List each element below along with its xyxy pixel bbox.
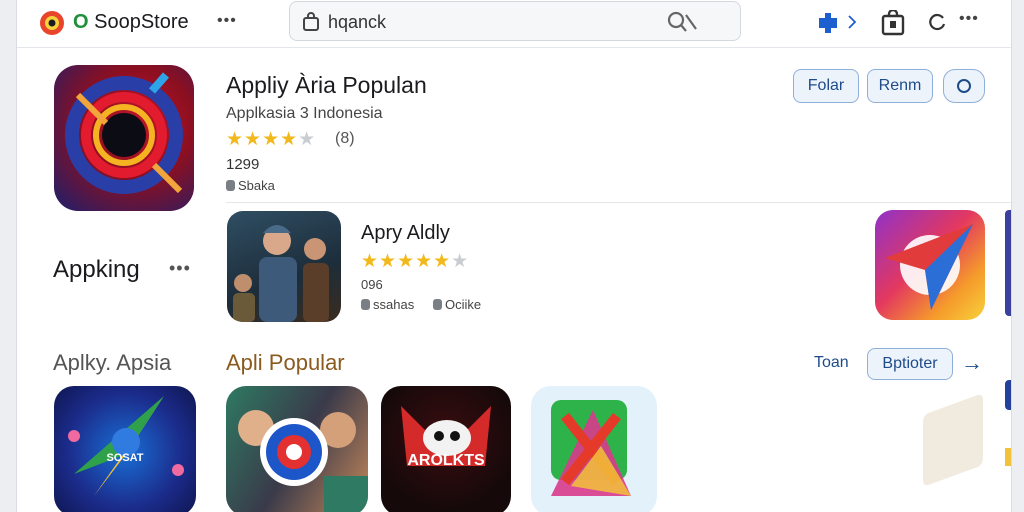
tag-icon	[361, 299, 370, 310]
app-store-window: O SoopStore ••• hqanck ••• Appking ••• A…	[16, 0, 1012, 512]
app-tile-1[interactable]: SOSAT	[54, 386, 196, 512]
featured-app-name[interactable]: Appking	[53, 256, 140, 284]
tag-icon	[226, 180, 235, 191]
header-more-icon[interactable]: •••	[217, 12, 237, 30]
cross-square-icon	[551, 400, 631, 496]
featured-rating-count: (8)	[335, 130, 355, 147]
shopping-bag-icon	[303, 12, 319, 31]
list-item-meta-2: Ociike	[433, 297, 481, 312]
partial-tile-edge[interactable]	[1005, 380, 1011, 410]
list-divider	[226, 202, 1011, 203]
bptioter-button[interactable]: Bptioter	[867, 348, 953, 380]
search-icon[interactable]	[666, 11, 700, 33]
featured-price: 1299	[226, 156, 260, 173]
list-item-meta-2-text: Ociike	[445, 297, 482, 312]
game-characters-icon	[233, 225, 329, 322]
featured-title[interactable]: Appliy Ària Populan	[226, 72, 427, 99]
store-logo-icon	[40, 11, 64, 35]
target-emblem-icon	[65, 72, 183, 194]
top-bar: O SoopStore ••• hqanck •••	[17, 0, 1011, 48]
app-tile-2[interactable]	[226, 386, 368, 512]
list-item-title[interactable]: Apry Aldly	[361, 222, 450, 245]
side-section-title: Aplky. Apsia	[53, 350, 172, 375]
brand-name: SoopStore	[94, 11, 189, 33]
compass-star-icon	[68, 396, 184, 496]
app-tile-3-label: AROLKTS	[407, 452, 485, 469]
folar-button[interactable]: Folar	[793, 69, 859, 103]
overflow-menu-icon[interactable]: •••	[959, 10, 979, 28]
app-tile-3[interactable]: AROLKTS	[381, 386, 511, 512]
tag-icon	[433, 299, 442, 310]
list-item-star-rating: ★★★★★★	[361, 251, 470, 272]
watermark-badge-icon	[923, 393, 983, 487]
refresh-icon[interactable]	[929, 13, 947, 31]
featured-more-icon[interactable]: •••	[169, 258, 191, 279]
featured-app-icon[interactable]	[54, 65, 194, 211]
compass-arrow-icon	[885, 224, 973, 310]
game-app-icon[interactable]	[227, 211, 341, 322]
circle-icon	[957, 79, 971, 93]
section-title: Apli Popular	[226, 350, 345, 375]
featured-meta-text: Sbaka	[238, 178, 275, 193]
circle-button[interactable]	[943, 69, 985, 103]
featured-star-rating: ★★★★★	[226, 129, 317, 150]
toan-link[interactable]: Toan	[814, 354, 849, 372]
app-tile-1-label: SOSAT	[106, 452, 144, 464]
search-input[interactable]: hqanck	[328, 12, 386, 33]
list-item-meta-1: ssahas	[361, 297, 414, 312]
grid-icon[interactable]	[817, 12, 839, 34]
renm-button[interactable]: Renm	[867, 69, 933, 103]
partial-app-card[interactable]	[1005, 210, 1011, 316]
brand-mark: O	[73, 11, 89, 33]
game-target-icon	[238, 410, 368, 512]
monster-face-icon	[401, 406, 491, 466]
featured-meta: Sbaka	[226, 178, 275, 193]
store-brand[interactable]: O SoopStore	[73, 11, 189, 34]
app-tile-4[interactable]	[531, 386, 657, 512]
cart-icon[interactable]	[881, 10, 905, 36]
search-bar[interactable]: hqanck	[289, 1, 741, 41]
chevron-right-icon[interactable]	[847, 14, 857, 30]
list-item-meta-1-text: ssahas	[373, 297, 415, 312]
partial-tile-accent	[1005, 448, 1011, 466]
arrow-right-icon[interactable]: →	[961, 350, 983, 376]
featured-subtitle: Applkasia 3 Indonesia	[226, 105, 383, 122]
list-item-number: 096	[361, 277, 383, 292]
navigation-app-icon[interactable]	[875, 210, 985, 320]
